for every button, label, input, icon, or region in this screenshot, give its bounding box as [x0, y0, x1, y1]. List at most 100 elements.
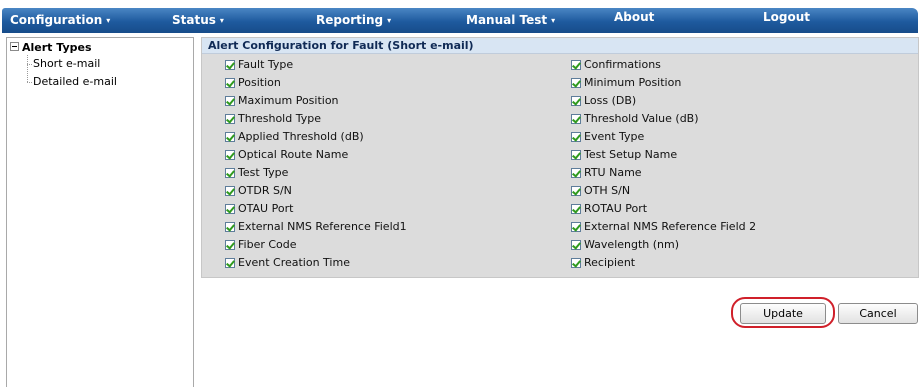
option-label: Fiber Code [238, 238, 297, 251]
option-oth-sn[interactable]: OTH S/N [571, 184, 630, 198]
option-otdr-sn[interactable]: OTDR S/N [225, 184, 292, 198]
nav-status[interactable]: Status ▾ [172, 8, 224, 33]
option-label: Confirmations [584, 58, 661, 71]
panel-title: Alert Configuration for Fault (Short e-m… [202, 38, 918, 54]
option-optical-route-name[interactable]: Optical Route Name [225, 148, 348, 162]
checkbox-checked-icon[interactable] [571, 168, 581, 178]
option-loss[interactable]: Loss (DB) [571, 94, 636, 108]
option-label: Event Type [584, 130, 645, 143]
option-label: Threshold Value (dB) [584, 112, 699, 125]
option-maximum-position[interactable]: Maximum Position [225, 94, 339, 108]
option-fiber-code[interactable]: Fiber Code [225, 238, 297, 252]
option-external-nms-ref-1[interactable]: External NMS Reference Field1 [225, 220, 407, 234]
option-external-nms-ref-2[interactable]: External NMS Reference Field 2 [571, 220, 756, 234]
option-label: Applied Threshold (dB) [238, 130, 364, 143]
option-label: Threshold Type [238, 112, 321, 125]
option-label: Position [238, 76, 281, 89]
option-position[interactable]: Position [225, 76, 281, 90]
checkbox-checked-icon[interactable] [225, 96, 235, 106]
option-label: OTDR S/N [238, 184, 292, 197]
nav-about[interactable]: About [614, 8, 654, 33]
checkbox-checked-icon[interactable] [571, 114, 581, 124]
checkbox-checked-icon[interactable] [571, 78, 581, 88]
option-label: External NMS Reference Field 2 [584, 220, 757, 233]
checkbox-checked-icon[interactable] [571, 60, 581, 70]
checkbox-checked-icon[interactable] [225, 240, 235, 250]
option-label: Test Type [238, 166, 289, 179]
checkbox-checked-icon[interactable] [225, 222, 235, 232]
option-event-creation-time[interactable]: Event Creation Time [225, 256, 350, 270]
nav-manual-test-label: Manual Test [466, 13, 548, 27]
checkbox-checked-icon[interactable] [225, 60, 235, 70]
option-otau-port[interactable]: OTAU Port [225, 202, 293, 216]
nav-reporting-label: Reporting [316, 13, 384, 27]
option-label: Minimum Position [584, 76, 682, 89]
checkbox-checked-icon[interactable] [225, 132, 235, 142]
nav-logout-label: Logout [763, 10, 811, 24]
option-rotau-port[interactable]: ROTAU Port [571, 202, 647, 216]
top-nav-bar: Configuration ▾ Status ▾ Reporting ▾ Manual… [0, 0, 920, 35]
chevron-down-icon: ▾ [219, 16, 224, 25]
option-threshold-value[interactable]: Threshold Value (dB) [571, 112, 699, 126]
checkbox-checked-icon[interactable] [571, 186, 581, 196]
option-label: Event Creation Time [238, 256, 350, 269]
update-button[interactable]: Update [740, 303, 826, 324]
nav-logout[interactable]: Logout [763, 8, 810, 33]
option-label: Fault Type [238, 58, 294, 71]
checkbox-checked-icon[interactable] [571, 258, 581, 268]
checkbox-checked-icon[interactable] [225, 258, 235, 268]
nav-bar-background: Configuration ▾ Status ▾ Reporting ▾ Manual… [2, 8, 918, 33]
tree-branch-line [27, 81, 32, 83]
option-confirmations[interactable]: Confirmations [571, 58, 661, 72]
option-label: ROTAU Port [584, 202, 648, 215]
tree-item-label: Detailed e-mail [33, 75, 117, 88]
checkbox-checked-icon[interactable] [225, 204, 235, 214]
option-test-setup-name[interactable]: Test Setup Name [571, 148, 677, 162]
tree-root-alert-types[interactable]: Alert Types [10, 41, 92, 55]
option-label: RTU Name [584, 166, 642, 179]
nav-reporting[interactable]: Reporting ▾ [316, 8, 391, 33]
tree-item-label: Short e-mail [33, 57, 101, 70]
checkbox-checked-icon[interactable] [571, 222, 581, 232]
option-minimum-position[interactable]: Minimum Position [571, 76, 681, 90]
option-label: OTH S/N [584, 184, 631, 197]
nav-status-label: Status [172, 13, 216, 27]
nav-configuration[interactable]: Configuration ▾ [10, 8, 110, 33]
cancel-button[interactable]: Cancel [838, 303, 918, 324]
option-rtu-name[interactable]: RTU Name [571, 166, 642, 180]
checkbox-checked-icon[interactable] [225, 168, 235, 178]
chevron-down-icon: ▾ [387, 16, 392, 25]
checkbox-checked-icon[interactable] [571, 204, 581, 214]
chevron-down-icon: ▾ [551, 16, 556, 25]
option-recipient[interactable]: Recipient [571, 256, 635, 270]
option-label: Test Setup Name [584, 148, 678, 161]
option-event-type[interactable]: Event Type [571, 130, 644, 144]
alert-configuration-panel: Alert Configuration for Fault (Short e-m… [201, 37, 919, 278]
option-label: Optical Route Name [238, 148, 349, 161]
checkbox-checked-icon[interactable] [225, 114, 235, 124]
tree-item-short-email[interactable]: Short e-mail [27, 57, 100, 71]
checkbox-checked-icon[interactable] [571, 150, 581, 160]
checkbox-checked-icon[interactable] [571, 96, 581, 106]
checkbox-checked-icon[interactable] [571, 132, 581, 142]
checkbox-checked-icon[interactable] [571, 240, 581, 250]
option-label: Maximum Position [238, 94, 339, 107]
tree-item-detailed-email[interactable]: Detailed e-mail [27, 75, 117, 89]
nav-configuration-label: Configuration [10, 13, 103, 27]
option-label: External NMS Reference Field1 [238, 220, 407, 233]
alert-types-tree: Alert Types Short e-mail Detailed e-mail [6, 37, 194, 387]
option-label: OTAU Port [238, 202, 294, 215]
nav-about-label: About [614, 10, 655, 24]
checkbox-checked-icon[interactable] [225, 78, 235, 88]
nav-manual-test[interactable]: Manual Test ▾ [466, 8, 555, 33]
option-applied-threshold[interactable]: Applied Threshold (dB) [225, 130, 364, 144]
checkbox-checked-icon[interactable] [225, 186, 235, 196]
tree-root-label: Alert Types [22, 41, 92, 54]
option-fault-type[interactable]: Fault Type [225, 58, 293, 72]
option-test-type[interactable]: Test Type [225, 166, 288, 180]
option-wavelength[interactable]: Wavelength (nm) [571, 238, 679, 252]
collapse-icon[interactable] [10, 42, 19, 51]
option-label: Wavelength (nm) [584, 238, 680, 251]
option-threshold-type[interactable]: Threshold Type [225, 112, 321, 126]
checkbox-checked-icon[interactable] [225, 150, 235, 160]
